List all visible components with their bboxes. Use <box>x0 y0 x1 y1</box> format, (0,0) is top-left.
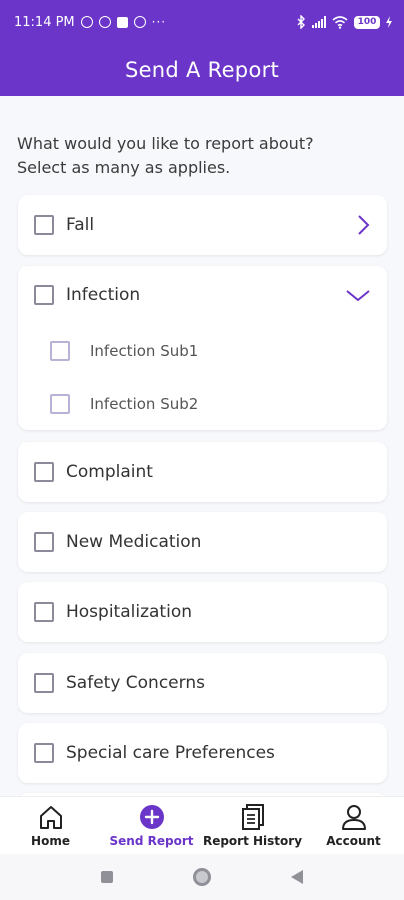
document-icon <box>241 804 264 830</box>
chevron-right-icon[interactable] <box>355 214 371 236</box>
category-card-new-medication[interactable]: New Medication <box>18 512 387 572</box>
plus-circle-icon <box>139 805 164 829</box>
bluetooth-icon <box>297 15 305 29</box>
category-label-hospitalization: Hospitalization <box>66 602 192 622</box>
status-right: 100 <box>296 15 392 29</box>
category-label-safety-concerns: Safety Concerns <box>66 673 205 693</box>
app-badge-icon <box>133 16 146 28</box>
category-row-new-medication[interactable]: New Medication <box>18 512 387 572</box>
status-time: 11:14 PM <box>14 14 75 30</box>
category-card-fall[interactable]: Fall <box>18 195 387 255</box>
nav-home[interactable]: Home <box>0 797 101 854</box>
prompt-line-1: What would you like to report about? <box>17 134 314 153</box>
checkbox-hospitalization[interactable] <box>34 602 54 622</box>
home-system-icon[interactable] <box>193 868 211 886</box>
recent-apps-icon[interactable] <box>101 871 113 883</box>
wifi-icon <box>332 15 348 29</box>
category-card-hospitalization[interactable]: Hospitalization <box>18 582 387 642</box>
nav-account[interactable]: Account <box>303 797 404 854</box>
nav-account-label: Account <box>326 834 381 848</box>
app-bar: Send A Report <box>0 44 404 96</box>
page-title: Send A Report <box>124 58 280 82</box>
bottom-navigation: Home Send Report Report History Account <box>0 796 404 854</box>
category-label-new-medication: New Medication <box>66 532 202 552</box>
checkbox-infection-sub2[interactable] <box>50 393 70 414</box>
subcategory-row-infection-sub2[interactable]: Infection Sub2 <box>18 377 387 430</box>
report-prompt: What would you like to report about? Sel… <box>0 96 404 180</box>
prompt-line-2: Select as many as applies. <box>17 158 231 177</box>
nav-send-report-label: Send Report <box>109 834 194 848</box>
alarm-icon <box>80 16 93 28</box>
battery-icon: 100 <box>354 15 380 29</box>
nav-send-report[interactable]: Send Report <box>101 797 202 854</box>
category-row-safety-concerns[interactable]: Safety Concerns <box>18 653 387 713</box>
subcategory-label-infection-sub1: Infection Sub1 <box>90 341 199 360</box>
charging-icon <box>386 16 392 28</box>
status-bar: 11:14 PM ··· 100 <box>0 0 404 44</box>
home-icon <box>39 806 62 829</box>
person-icon <box>341 805 366 830</box>
category-card-complaint[interactable]: Complaint <box>18 442 387 502</box>
nav-report-history[interactable]: Report History <box>202 797 303 854</box>
category-row-hospitalization[interactable]: Hospitalization <box>18 582 387 642</box>
app-notification-icon <box>98 16 111 28</box>
category-card-infection[interactable]: Infection Infection Sub1 Infection Sub2 <box>18 266 387 430</box>
category-row-fall[interactable]: Fall <box>18 195 387 255</box>
category-row-infection[interactable]: Infection <box>18 266 387 324</box>
report-content[interactable]: What would you like to report about? Sel… <box>0 96 404 796</box>
checkbox-special-care-preferences[interactable] <box>34 743 54 763</box>
nav-home-label: Home <box>31 834 70 848</box>
chevron-down-icon[interactable] <box>345 288 371 302</box>
category-card-safety-concerns[interactable]: Safety Concerns <box>18 653 387 713</box>
checkbox-fall[interactable] <box>34 215 54 235</box>
checkbox-new-medication[interactable] <box>34 532 54 552</box>
status-left: 11:14 PM ··· <box>14 15 166 30</box>
category-row-complaint[interactable]: Complaint <box>18 442 387 502</box>
category-card-special-care-preferences[interactable]: Special care Preferences <box>18 723 387 783</box>
app-square-icon <box>116 16 128 28</box>
category-label-special-care-preferences: Special care Preferences <box>66 743 275 763</box>
checkbox-infection-sub1[interactable] <box>50 340 70 361</box>
checkbox-safety-concerns[interactable] <box>34 673 54 693</box>
back-icon[interactable] <box>291 870 303 884</box>
checkbox-infection[interactable] <box>34 285 54 305</box>
checkbox-complaint[interactable] <box>34 462 54 482</box>
signal-icon <box>312 16 326 28</box>
more-notifications-icon: ··· <box>151 15 167 29</box>
category-label-infection: Infection <box>66 285 141 305</box>
subcategory-row-infection-sub1[interactable]: Infection Sub1 <box>18 324 387 377</box>
system-navigation-bar <box>0 854 404 900</box>
category-row-special-care-preferences[interactable]: Special care Preferences <box>18 723 387 783</box>
subcategory-label-infection-sub2: Infection Sub2 <box>90 394 199 413</box>
nav-report-history-label: Report History <box>202 834 303 848</box>
category-label-complaint: Complaint <box>66 462 153 482</box>
category-label-fall: Fall <box>66 215 95 235</box>
